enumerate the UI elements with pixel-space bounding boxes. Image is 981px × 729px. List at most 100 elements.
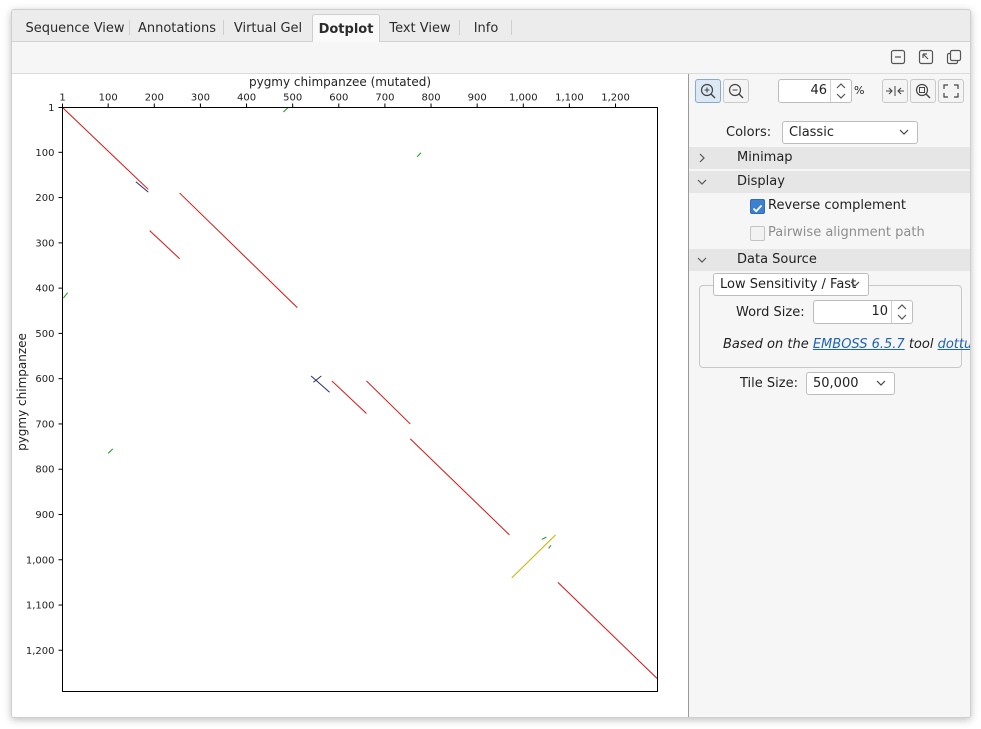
zoom-unit: % [854, 84, 865, 97]
x-tick-label: 1 [59, 93, 65, 104]
match-segment [283, 107, 289, 113]
tab-info[interactable]: Info [460, 14, 512, 41]
chevron-down-icon [697, 179, 707, 185]
view-toolbar [12, 42, 970, 74]
plot-frame [62, 107, 658, 692]
match-segment [416, 152, 422, 158]
fit-width-button[interactable] [882, 79, 908, 103]
x-tick-label: 500 [283, 93, 302, 104]
expand-icon [943, 84, 959, 98]
y-tick-label: 700 [35, 419, 54, 430]
x-tick-label: 700 [375, 93, 394, 104]
app-window: Sequence View Annotations Virtual Gel Do… [11, 9, 971, 718]
x-tick-label: 200 [145, 93, 164, 104]
x-axis-title: pygmy chimpanzee (mutated) [249, 75, 431, 89]
chevron-down-icon [899, 129, 909, 135]
tab-bar: Sequence View Annotations Virtual Gel Do… [12, 10, 970, 43]
x-tick-label: 1,200 [601, 93, 630, 104]
zoom-in-icon [700, 83, 716, 99]
collapse-panel-icon[interactable] [890, 49, 906, 65]
match-segment [548, 544, 552, 549]
match-segment [557, 582, 658, 679]
chevron-down-icon [876, 380, 886, 386]
x-tick-label: 1,000 [509, 93, 538, 104]
y-tick-label: 500 [35, 329, 54, 340]
match-segment [107, 448, 114, 454]
zoom-out-icon [728, 83, 744, 99]
spinner-arrows-icon[interactable] [830, 80, 851, 102]
fit-width-icon [886, 86, 904, 96]
y-tick-label: 300 [35, 238, 54, 249]
colors-label: Colors: [726, 125, 772, 140]
x-tick-label: 100 [99, 93, 118, 104]
checkmark-icon [752, 204, 763, 213]
zoom-in-button[interactable] [695, 79, 721, 103]
section-data-source[interactable]: Data Source [689, 249, 970, 271]
undock-window-icon[interactable] [946, 49, 962, 65]
chevron-down-icon [697, 257, 707, 263]
zoom-fit-button[interactable] [910, 79, 936, 103]
dotplot-segments [62, 107, 658, 679]
word-size-label: Word Size: [736, 305, 805, 320]
tab-sequence-view[interactable]: Sequence View [20, 14, 130, 41]
match-segment [511, 534, 556, 579]
x-tick-label: 400 [237, 93, 256, 104]
x-tick-label: 300 [191, 93, 210, 104]
settings-panel: 46 % Colors: Classic Minimap Display Rev… [689, 74, 970, 717]
y-axis-ticks: 1 100 200 300 400 500 600 700 800 900 1,000 1,100 1,… [26, 103, 63, 657]
match-segment [409, 438, 510, 536]
tab-virtual-gel[interactable]: Virtual Gel [224, 14, 312, 41]
section-minimap[interactable]: Minimap [689, 147, 970, 169]
chevron-right-icon [699, 153, 705, 163]
match-segment [331, 380, 367, 414]
tab-annotations[interactable]: Annotations [130, 14, 224, 41]
data-source-group [699, 285, 962, 368]
y-axis-title: pygmy chimpanzee [15, 333, 29, 451]
pairwise-alignment-label: Pairwise alignment path [768, 225, 925, 240]
zoom-out-button[interactable] [723, 79, 749, 103]
match-segment [179, 192, 298, 308]
dotplot-area[interactable]: 1 100 200 300 400 500 600 700 800 900 1,000 1,100 1,… [12, 74, 688, 717]
match-segment [310, 375, 330, 393]
x-axis-ticks: 1 100 200 300 400 500 600 700 800 900 1,000 1,100 1,… [59, 93, 630, 108]
y-tick-label: 600 [35, 374, 54, 385]
x-tick-label: 900 [468, 93, 487, 104]
restore-panel-icon[interactable] [918, 49, 934, 65]
sensitivity-select[interactable]: Low Sensitivity / Fast [713, 273, 869, 296]
y-tick-label: 1,200 [26, 646, 55, 657]
dottup-link[interactable]: dottup [938, 337, 970, 352]
tab-dotplot[interactable]: Dotplot [312, 14, 380, 43]
colors-select[interactable]: Classic [782, 121, 918, 144]
dotplot-chart[interactable]: 1 100 200 300 400 500 600 700 800 900 1,000 1,100 1,… [12, 74, 688, 717]
match-segment [63, 292, 68, 299]
match-segment [149, 230, 180, 260]
fullscreen-button[interactable] [938, 79, 964, 103]
y-tick-label: 400 [35, 284, 54, 295]
pairwise-alignment-checkbox[interactable] [750, 226, 765, 241]
y-tick-label: 100 [35, 148, 54, 159]
reverse-complement-checkbox[interactable] [750, 199, 765, 214]
match-segment [366, 380, 411, 425]
spinner-arrows-icon[interactable] [891, 301, 912, 323]
section-display[interactable]: Display [689, 171, 970, 193]
chevron-down-icon [850, 281, 860, 287]
y-tick-label: 1 [48, 103, 54, 114]
zoom-fit-icon [915, 83, 931, 99]
y-tick-label: 1,000 [26, 555, 55, 566]
match-segment [541, 536, 547, 540]
reverse-complement-label: Reverse complement [768, 198, 907, 213]
x-tick-label: 600 [329, 93, 348, 104]
y-tick-label: 1,100 [26, 601, 55, 612]
tab-text-view[interactable]: Text View [380, 14, 460, 41]
word-size-input[interactable]: 10 [813, 300, 913, 324]
emboss-link[interactable]: EMBOSS 6.5.7 [813, 337, 905, 352]
y-tick-label: 800 [35, 465, 54, 476]
y-tick-label: 200 [35, 193, 54, 204]
zoom-percent-input[interactable]: 46 [778, 79, 852, 103]
y-tick-label: 900 [35, 510, 54, 521]
tile-size-label: Tile Size: [740, 376, 798, 391]
x-tick-label: 1,100 [555, 93, 584, 104]
based-on-note: Based on the EMBOSS 6.5.7 tool dottup. [723, 337, 970, 352]
x-tick-label: 800 [421, 93, 440, 104]
tile-size-select[interactable]: 50,000 [806, 372, 895, 395]
